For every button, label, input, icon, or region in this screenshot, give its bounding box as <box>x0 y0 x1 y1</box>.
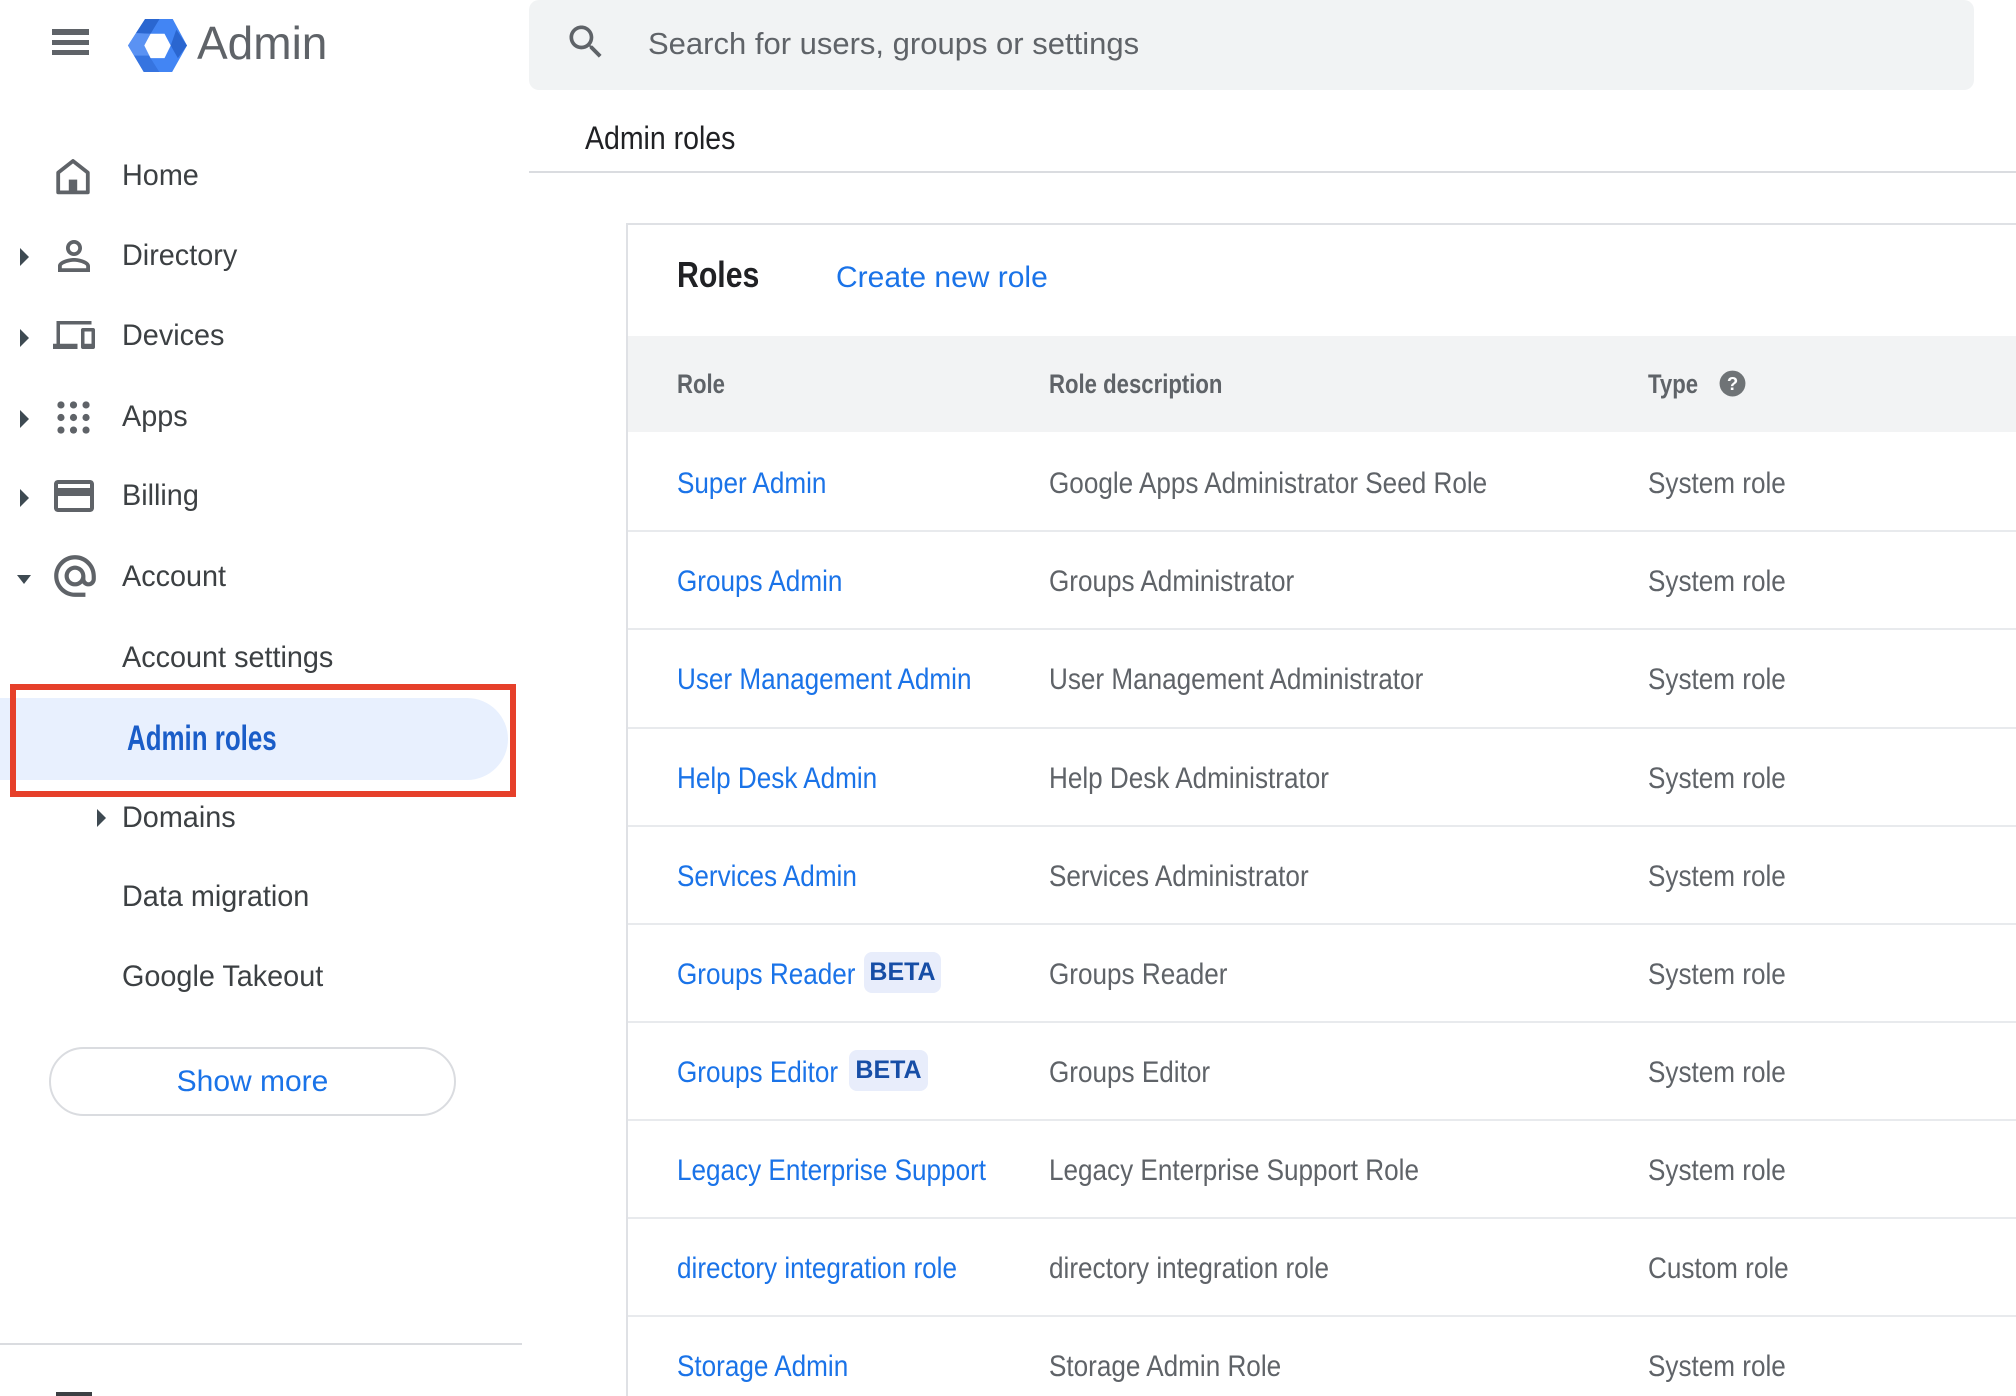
svg-text:?: ? <box>1726 373 1737 394</box>
